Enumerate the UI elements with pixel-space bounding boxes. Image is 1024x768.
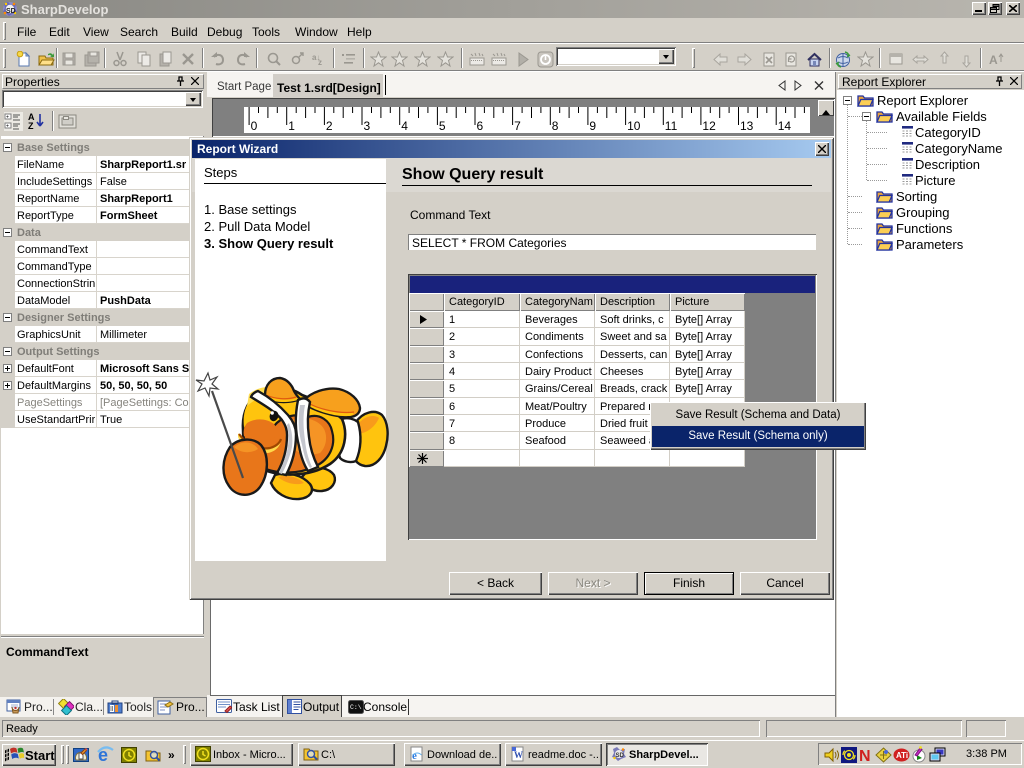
svg-text:9: 9 bbox=[589, 119, 596, 133]
svg-text:N: N bbox=[859, 748, 871, 763]
svg-text:0: 0 bbox=[251, 119, 258, 133]
svg-text:SD: SD bbox=[616, 753, 625, 759]
svg-text:6: 6 bbox=[477, 119, 484, 133]
svg-text:ATi: ATi bbox=[896, 751, 908, 760]
svg-text:2: 2 bbox=[326, 119, 333, 133]
svg-text:+: + bbox=[6, 124, 9, 130]
svg-text:13: 13 bbox=[740, 119, 754, 133]
svg-text:8: 8 bbox=[552, 119, 559, 133]
svg-text:Z: Z bbox=[28, 121, 34, 131]
svg-text:1: 1 bbox=[288, 119, 295, 133]
svg-text:14: 14 bbox=[778, 119, 792, 133]
svg-text:11: 11 bbox=[665, 119, 678, 133]
svg-text:12: 12 bbox=[702, 119, 716, 133]
svg-text:7: 7 bbox=[514, 119, 521, 133]
svg-text:W: W bbox=[514, 750, 523, 760]
svg-text:10: 10 bbox=[627, 119, 641, 133]
svg-text:4: 4 bbox=[401, 119, 408, 133]
svg-text:3: 3 bbox=[364, 119, 371, 133]
svg-text:SD: SD bbox=[6, 8, 16, 15]
svg-text:C:\: C:\ bbox=[350, 704, 362, 711]
svg-text:A: A bbox=[989, 53, 998, 67]
svg-text:e: e bbox=[412, 750, 417, 762]
svg-text:z: z bbox=[318, 58, 322, 67]
svg-text:5: 5 bbox=[439, 119, 446, 133]
svg-text:+: + bbox=[6, 115, 9, 121]
